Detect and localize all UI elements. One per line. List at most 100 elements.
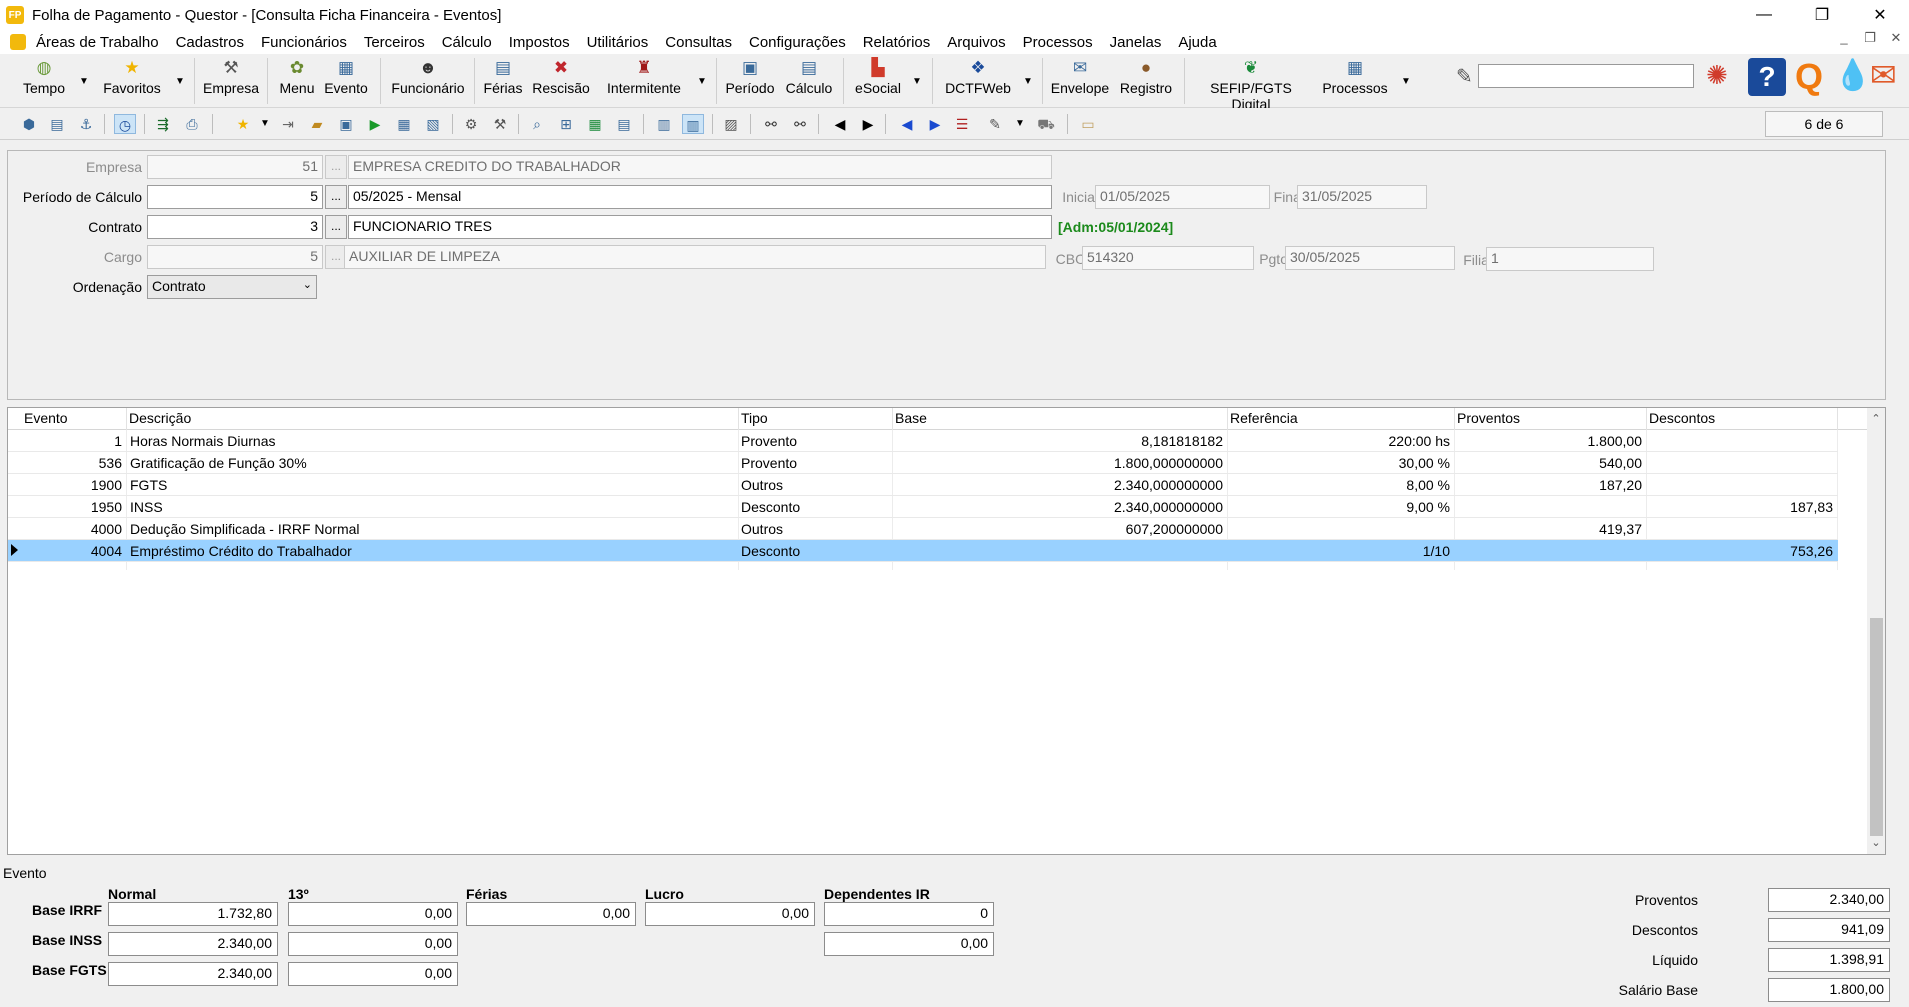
close-button[interactable]: ✕ bbox=[1851, 0, 1909, 30]
toolbar-evento-button[interactable]: ▦ Evento bbox=[322, 58, 370, 106]
grid-icon[interactable]: ▥ bbox=[653, 114, 675, 134]
toolbar-tempo-button[interactable]: ◍ Tempo bbox=[20, 58, 68, 106]
mdi-close-button[interactable]: ✕ bbox=[1883, 30, 1909, 46]
toolbar-processos-button[interactable]: ▦ Processos bbox=[1318, 58, 1392, 106]
intermitente-dropdown-icon[interactable]: ▼ bbox=[697, 76, 707, 87]
grid-vertical-scrollbar[interactable]: ⌃ ⌄ bbox=[1867, 408, 1885, 854]
column-header-proventos[interactable]: Proventos bbox=[1457, 410, 1520, 426]
menu-funcionarios[interactable]: Funcionários bbox=[261, 34, 347, 51]
mdi-restore-button[interactable]: ❐ bbox=[1857, 30, 1883, 46]
column-header-descricao[interactable]: Descrição bbox=[129, 410, 191, 426]
toolbar-funcionario-button[interactable]: ☻ Funcionário bbox=[388, 58, 468, 106]
stopwatch-icon[interactable]: ◷ bbox=[114, 114, 136, 134]
grid-active-icon[interactable]: ▥ bbox=[682, 114, 704, 134]
column-header-descontos[interactable]: Descontos bbox=[1649, 410, 1715, 426]
favorite-star-icon[interactable]: ★ bbox=[232, 114, 254, 134]
table-row[interactable]: 4000 Dedução Simplificada - IRRF Normal … bbox=[8, 518, 1838, 540]
calculator-icon[interactable]: ▦ bbox=[584, 114, 606, 134]
paint-dropdown-icon[interactable]: ▼ bbox=[1009, 114, 1031, 134]
menu-areas-de-trabalho[interactable]: Áreas de Trabalho bbox=[36, 34, 159, 51]
toolbar-sefip-button[interactable]: ❦ SEFIP/FGTS Digital bbox=[1192, 58, 1310, 112]
exit-icon[interactable]: ⇥ bbox=[277, 114, 299, 134]
toolbar-ferias-button[interactable]: ▤ Férias bbox=[481, 58, 525, 106]
restore-button[interactable]: ❐ bbox=[1793, 0, 1851, 30]
toolbar-periodo-button[interactable]: ▣ Período bbox=[722, 58, 778, 106]
favoritos-dropdown-icon[interactable]: ▼ bbox=[175, 76, 185, 87]
scroll-down-icon[interactable]: ⌄ bbox=[1867, 834, 1885, 852]
child-window-icon[interactable] bbox=[10, 34, 26, 50]
toolbar-esocial-button[interactable]: ▙ eSocial bbox=[851, 58, 905, 106]
next-icon[interactable]: ▶ bbox=[857, 114, 879, 134]
print-icon[interactable]: ⎙ bbox=[181, 114, 203, 134]
toolbar-intermitente-button[interactable]: ♜ Intermitente bbox=[600, 58, 688, 106]
menu-utilitarios[interactable]: Utilitários bbox=[587, 34, 649, 51]
tempo-dropdown-icon[interactable]: ▼ bbox=[79, 76, 89, 87]
menu-ajuda[interactable]: Ajuda bbox=[1178, 34, 1216, 51]
contrato-lookup-button[interactable]: ... bbox=[325, 215, 347, 239]
list-check-icon[interactable]: ☰ bbox=[951, 114, 973, 134]
water-drop-icon[interactable]: 💧 bbox=[1834, 58, 1871, 93]
table-row[interactable]: 536 Gratificação de Função 30% Provento … bbox=[8, 452, 1838, 474]
save-icon[interactable]: ▣ bbox=[335, 114, 357, 134]
toolbar-envelope-button[interactable]: ✉ Envelope bbox=[1050, 58, 1110, 106]
toolbar-calculo-button[interactable]: ▤ Cálculo bbox=[782, 58, 836, 106]
menu-configuracoes[interactable]: Configurações bbox=[749, 34, 846, 51]
prev-icon[interactable]: ◀ bbox=[829, 114, 851, 134]
paint-icon[interactable]: ✎ bbox=[984, 114, 1006, 134]
dctfweb-dropdown-icon[interactable]: ▼ bbox=[1023, 76, 1033, 87]
contrato-code-field[interactable]: 3 bbox=[147, 215, 323, 239]
list-icon[interactable]: ▤ bbox=[46, 114, 68, 134]
help-icon[interactable]: ? bbox=[1748, 58, 1786, 96]
menu-janelas[interactable]: Janelas bbox=[1110, 34, 1162, 51]
search-input[interactable] bbox=[1478, 64, 1694, 88]
column-header-base[interactable]: Base bbox=[895, 410, 927, 426]
binoculars-icon[interactable]: ⚯ bbox=[760, 114, 782, 134]
toolbar-dctfweb-button[interactable]: ❖ DCTFWeb bbox=[940, 58, 1016, 106]
report-icon[interactable]: ▤ bbox=[613, 114, 635, 134]
processos-dropdown-icon[interactable]: ▼ bbox=[1401, 76, 1411, 87]
mdi-minimize-button[interactable]: _ bbox=[1831, 30, 1857, 46]
scroll-up-icon[interactable]: ⌃ bbox=[1867, 410, 1885, 428]
filter-icon[interactable]: ⊞ bbox=[555, 114, 577, 134]
menu-cadastros[interactable]: Cadastros bbox=[176, 34, 244, 51]
open-folder-icon[interactable]: ▰ bbox=[306, 114, 328, 134]
esocial-dropdown-icon[interactable]: ▼ bbox=[912, 76, 922, 87]
table-row-selected[interactable]: 4004 Empréstimo Crédito do Trabalhador D… bbox=[8, 540, 1838, 562]
toolbar-favoritos-button[interactable]: ★ Favoritos bbox=[100, 58, 164, 106]
menu-arquivos[interactable]: Arquivos bbox=[947, 34, 1005, 51]
toolbar-menu-button[interactable]: ✿ Menu bbox=[276, 58, 318, 106]
questor-q-icon[interactable]: Q bbox=[1795, 56, 1823, 98]
contrato-name-field[interactable]: FUNCIONARIO TRES bbox=[348, 215, 1052, 239]
column-header-evento[interactable]: Evento bbox=[24, 410, 68, 426]
periodo-name-field[interactable]: 05/2025 - Mensal bbox=[348, 185, 1052, 209]
scroll-thumb[interactable] bbox=[1870, 618, 1883, 836]
last-record-icon[interactable]: ▶ bbox=[924, 114, 946, 134]
menu-terceiros[interactable]: Terceiros bbox=[364, 34, 425, 51]
printer-small-icon[interactable]: ▭ bbox=[1077, 114, 1099, 134]
home-icon[interactable]: ⬢ bbox=[18, 114, 40, 134]
ordenacao-select[interactable]: Contrato ⌄ bbox=[147, 275, 317, 299]
sheet-go-icon[interactable]: ▧ bbox=[422, 114, 444, 134]
periodo-lookup-button[interactable]: ... bbox=[325, 185, 347, 209]
column-header-tipo[interactable]: Tipo bbox=[741, 410, 768, 426]
sheet-icon[interactable]: ▦ bbox=[393, 114, 415, 134]
tools-icon[interactable]: ⚒ bbox=[489, 114, 511, 134]
zoom-icon[interactable]: ⌕ bbox=[526, 114, 548, 134]
minimize-button[interactable]: — bbox=[1735, 0, 1793, 30]
run-icon[interactable]: ▶ bbox=[364, 114, 386, 134]
gear-icon[interactable]: ⚙ bbox=[460, 114, 482, 134]
export-icon[interactable]: ⇶ bbox=[152, 114, 174, 134]
menu-calculo[interactable]: Cálculo bbox=[442, 34, 492, 51]
mail-icon[interactable]: ✉ bbox=[1870, 56, 1897, 94]
toolbar-rescisao-button[interactable]: ✖ Rescisão bbox=[530, 58, 592, 106]
table-row[interactable]: 1 Horas Normais Diurnas Provento 8,18181… bbox=[8, 430, 1838, 452]
layers-icon[interactable]: ▨ bbox=[720, 114, 742, 134]
anchor-icon[interactable]: ⚓ bbox=[75, 114, 97, 134]
truck-icon[interactable]: ⛟ bbox=[1035, 114, 1057, 134]
column-header-referencia[interactable]: Referência bbox=[1230, 410, 1298, 426]
menu-impostos[interactable]: Impostos bbox=[509, 34, 570, 51]
table-row[interactable]: 1900 FGTS Outros 2.340,000000000 8,00 % … bbox=[8, 474, 1838, 496]
brush-icon[interactable]: ✎ bbox=[1456, 64, 1473, 89]
toolbar-registro-button[interactable]: ● Registro bbox=[1116, 58, 1176, 106]
table-row[interactable]: 1950 INSS Desconto 2.340,000000000 9,00 … bbox=[8, 496, 1838, 518]
